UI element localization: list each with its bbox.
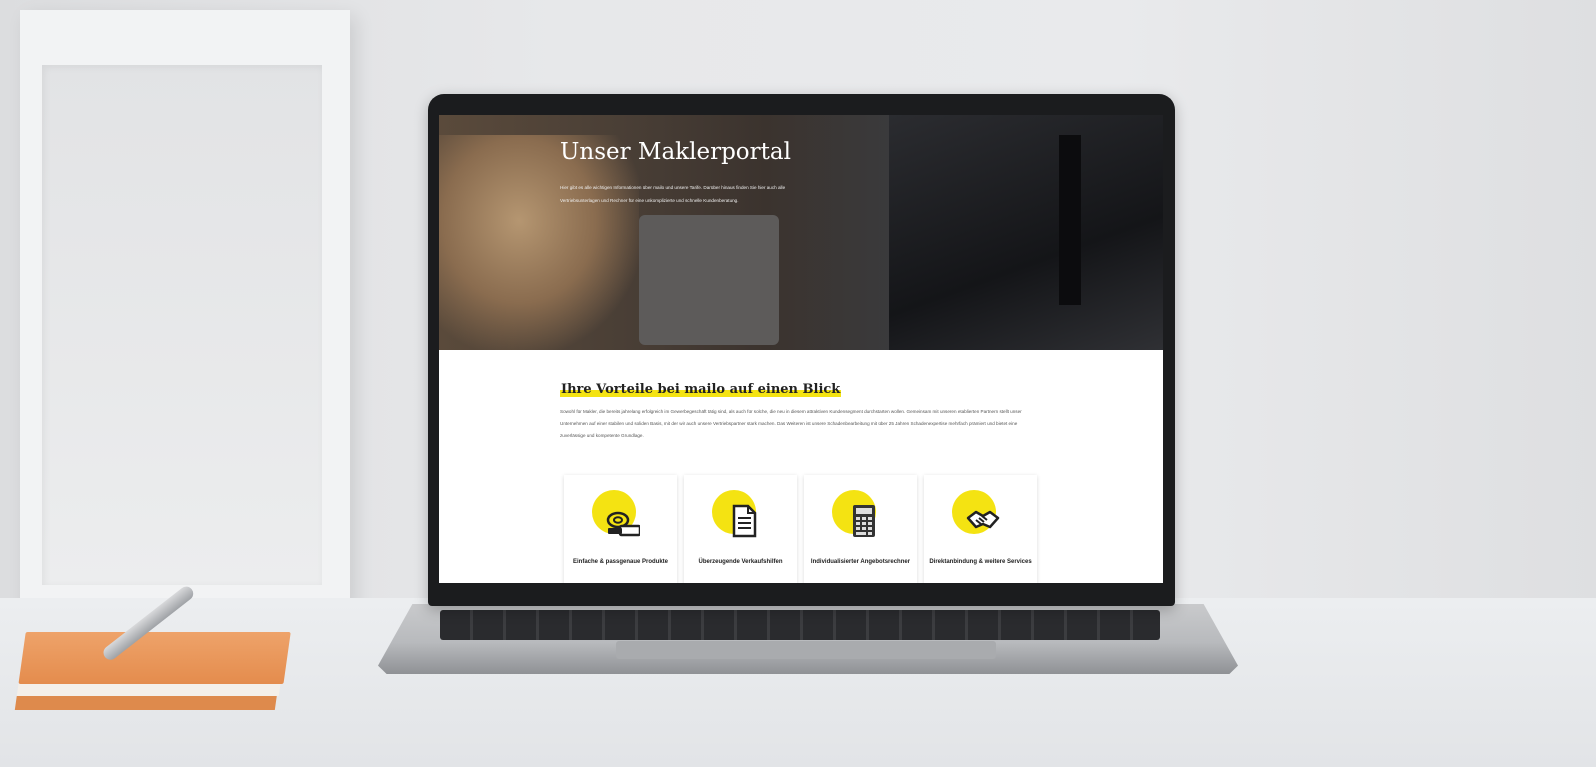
card-label: Direktanbindung & weitere Services bbox=[929, 559, 1032, 565]
picture-frame bbox=[20, 10, 350, 610]
document-icon bbox=[732, 504, 757, 538]
benefit-card[interactable]: Einfache & passgenaue Produkte bbox=[564, 475, 677, 583]
hero-subtitle: Hier gibt es alle wichtigen Informatione… bbox=[560, 185, 786, 203]
benefit-cards: Einfache & passgenaue Produkte Überzeuge… bbox=[564, 475, 1044, 583]
card-label: Individualisierter Angebotsrechner bbox=[810, 559, 911, 565]
coins-icon bbox=[606, 511, 640, 537]
benefit-card[interactable]: Überzeugende Verkaufshilfen bbox=[684, 475, 797, 583]
hero-title: Unser Maklerportal bbox=[560, 139, 791, 165]
card-label: Einfache & passgenaue Produkte bbox=[572, 559, 669, 565]
hero-banner: Unser Maklerportal Hier gibt es alle wic… bbox=[439, 115, 1163, 350]
calculator-icon bbox=[853, 505, 875, 537]
notebook-pages bbox=[16, 684, 281, 696]
benefit-card[interactable]: Direktanbindung & weitere Services bbox=[924, 475, 1037, 583]
apple-logo-icon bbox=[665, 265, 691, 293]
laptop-trackpad bbox=[616, 641, 996, 659]
benefit-card[interactable]: Individualisierter Angebotsrechner bbox=[804, 475, 917, 583]
benefits-section: Ihre Vorteile bei mailo auf einen Blick … bbox=[560, 380, 1040, 442]
laptop-screen: Unser Maklerportal Hier gibt es alle wic… bbox=[439, 115, 1163, 583]
card-icon-wrap bbox=[712, 490, 772, 545]
notebook-back-cover bbox=[14, 696, 277, 710]
benefits-text: Sowohl für Makler, die bereits jahrelang… bbox=[560, 409, 1022, 438]
card-label: Überzeugende Verkaufshilfen bbox=[698, 559, 783, 565]
hero-person-image bbox=[439, 135, 639, 350]
hero-tie-image bbox=[1059, 135, 1081, 305]
notebook-cover bbox=[18, 632, 291, 684]
hero-suit-image bbox=[889, 115, 1163, 350]
card-icon-wrap bbox=[952, 490, 1012, 545]
benefits-heading: Ihre Vorteile bei mailo auf einen Blick bbox=[560, 382, 842, 397]
laptop-keyboard bbox=[440, 610, 1160, 640]
handshake-icon bbox=[966, 510, 1000, 529]
hero-laptop-image bbox=[639, 215, 779, 345]
card-icon-wrap bbox=[592, 490, 652, 545]
card-icon-wrap bbox=[832, 490, 892, 545]
picture-frame-inner bbox=[42, 65, 322, 585]
notebook bbox=[14, 632, 296, 714]
